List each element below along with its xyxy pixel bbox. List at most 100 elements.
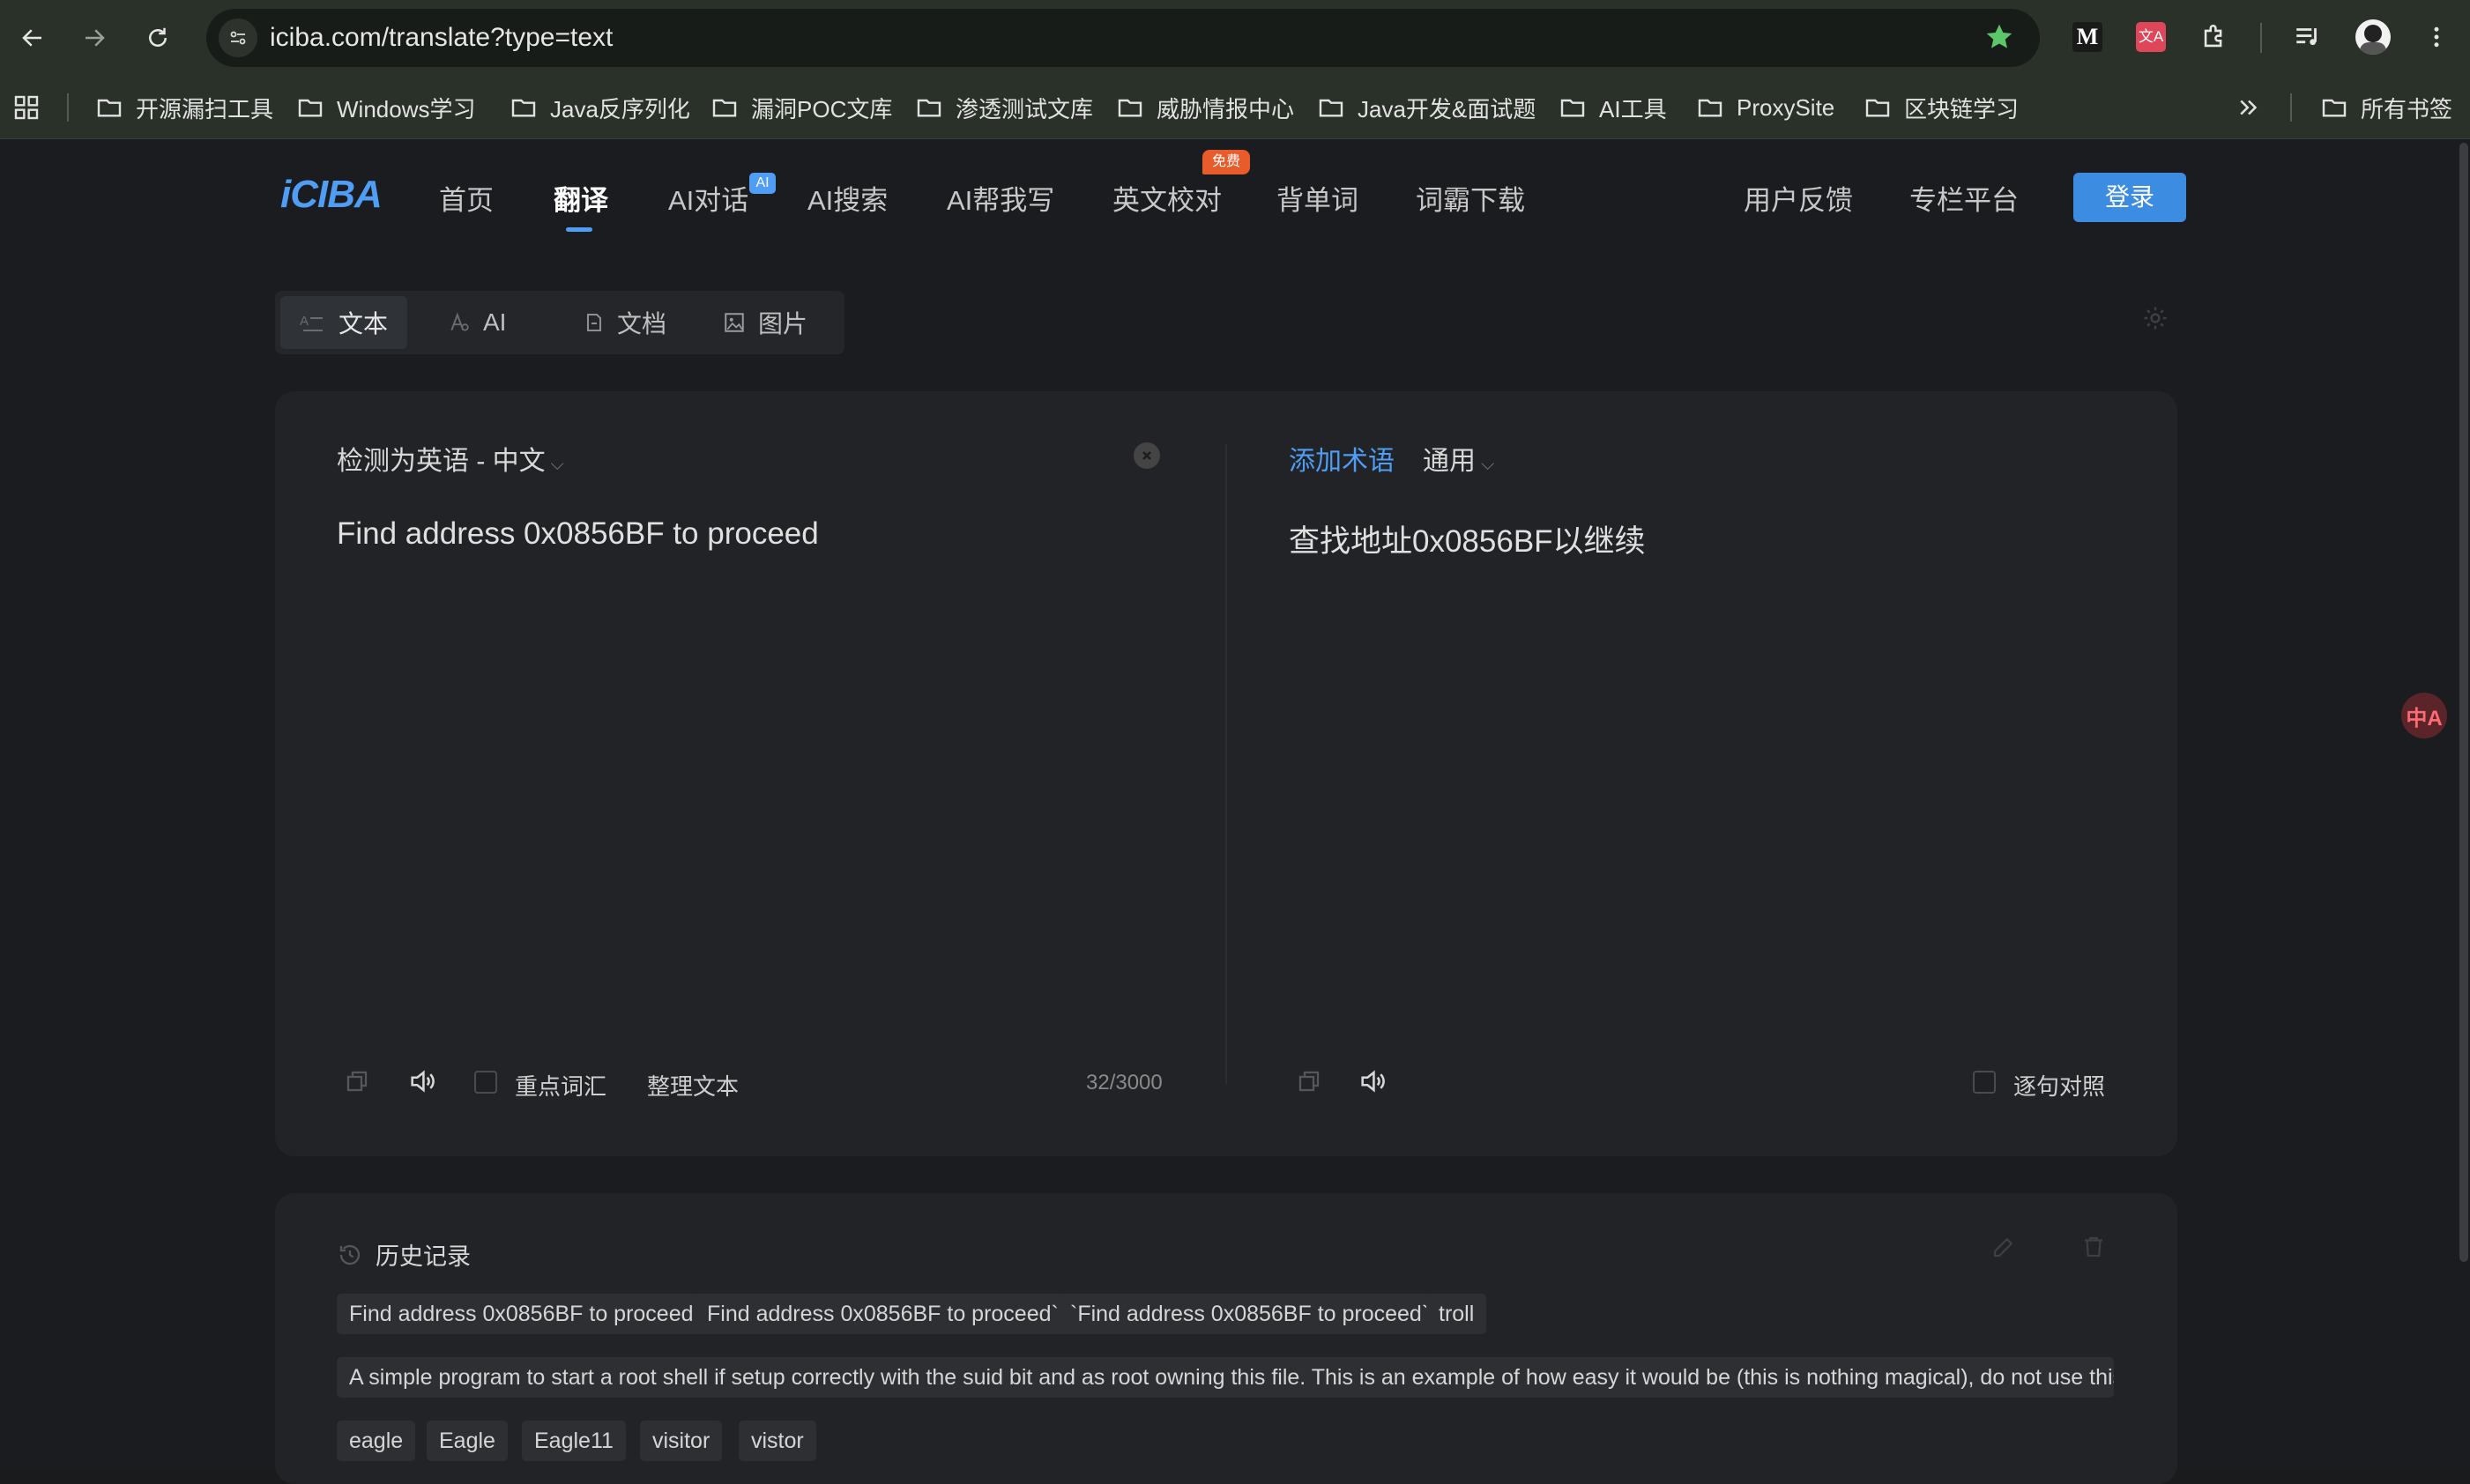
history-chip[interactable]: eagle — [337, 1421, 416, 1461]
settings-gear-icon[interactable] — [2142, 305, 2169, 336]
tab-document[interactable]: 文档 — [564, 296, 686, 349]
nav-ai-search[interactable]: AI搜索 — [807, 178, 888, 218]
bookmark-folder[interactable]: Java反序列化 — [510, 76, 690, 139]
nav-column-platform[interactable]: 专栏平台 — [1909, 178, 2019, 218]
ai-badge: AI — [749, 173, 776, 194]
bookmark-folder[interactable]: 区块链学习 — [1864, 76, 2019, 139]
nav-translate[interactable]: 翻译 — [554, 178, 608, 218]
source-input[interactable]: Find address 0x0856BF to proceed — [337, 516, 819, 552]
site-header: iCIBA 首页 翻译 AI对话 AI AI搜索 AI帮我写 英文校对 免费 背… — [0, 139, 2458, 254]
image-icon — [723, 311, 746, 334]
tab-ai[interactable]: AI — [428, 296, 525, 349]
free-badge: 免费 — [1202, 150, 1250, 174]
nav-ai-write[interactable]: AI帮我写 — [947, 178, 1054, 218]
bookmark-label: ProxySite — [1737, 93, 1835, 121]
svg-text:A: A — [300, 314, 309, 329]
reload-icon[interactable] — [138, 18, 178, 58]
folder-icon — [97, 99, 122, 117]
history-chip[interactable]: Eagle — [427, 1421, 508, 1461]
nav-home[interactable]: 首页 — [439, 178, 494, 218]
site-info-icon[interactable] — [219, 19, 257, 57]
tab-text[interactable]: A 文本 — [280, 296, 408, 349]
all-bookmarks-label: 所有书签 — [2361, 95, 2453, 122]
bookmark-folder[interactable]: 漏洞POC文库 — [710, 76, 892, 139]
more-icon[interactable] — [2415, 16, 2458, 58]
tab-document-label: 文档 — [617, 310, 667, 338]
bookmark-folder[interactable]: 威胁情报中心 — [1116, 76, 1294, 139]
speaker-icon[interactable] — [405, 1065, 439, 1098]
history-chip[interactable]: troll — [1426, 1294, 1487, 1334]
history-chip[interactable]: visitor — [640, 1421, 723, 1461]
bookmark-folder[interactable]: Windows学习 — [296, 76, 475, 139]
address-bar[interactable]: iciba.com/translate?type=text — [206, 9, 2040, 67]
translate-panel: 检测为英语 - 中文 ⌵ Find address 0x0856BF to pro… — [275, 391, 2177, 1156]
history-chip[interactable]: Find address 0x0856BF to proceed — [337, 1294, 706, 1334]
login-button[interactable]: 登录 — [2073, 173, 2186, 222]
folder-icon — [1319, 99, 1343, 117]
key-vocab-checkbox[interactable] — [474, 1071, 497, 1094]
tidy-text-button[interactable]: 整理文本 — [647, 1069, 739, 1102]
clear-input-button[interactable] — [1134, 442, 1160, 469]
all-bookmarks[interactable]: 所有书签 — [2320, 76, 2452, 139]
folder-icon — [1560, 99, 1585, 117]
active-nav-indicator — [566, 227, 592, 232]
bookmark-label: 渗透测试文库 — [956, 95, 1094, 122]
detected-language: 检测为英语 - 中文 — [337, 447, 546, 476]
bookmark-label: 区块链学习 — [1904, 95, 2020, 122]
bookmark-folder[interactable]: ProxySite — [1696, 76, 1834, 139]
language-selector[interactable]: 检测为英语 - 中文 ⌵ — [337, 439, 564, 478]
translate-float-button[interactable]: 中A — [2401, 693, 2447, 738]
domain-selector[interactable]: 通用 ⌵ — [1423, 439, 1494, 478]
history-chip[interactable]: Find address 0x0856BF to proceed` — [695, 1294, 1071, 1334]
bookmark-label: 开源漏扫工具 — [136, 95, 274, 122]
add-term-link[interactable]: 添加术语 — [1289, 439, 1395, 478]
text-icon: A — [300, 311, 326, 334]
bookmark-folder[interactable]: AI工具 — [1559, 76, 1667, 139]
nav-vocabulary[interactable]: 背单词 — [1276, 178, 1358, 218]
key-vocab-label[interactable]: 重点词汇 — [515, 1069, 606, 1102]
star-icon[interactable] — [1983, 21, 2015, 57]
speaker-icon[interactable] — [1356, 1065, 1389, 1098]
iciba-logo[interactable]: iCIBA — [280, 173, 383, 217]
nav-proofread[interactable]: 英文校对 — [1112, 178, 1222, 218]
trash-icon[interactable] — [2080, 1234, 2107, 1265]
bookmark-folder[interactable]: Java开发&面试题 — [1317, 76, 1536, 139]
translation-output: 查找地址0x0856BF以继续 — [1289, 524, 1646, 559]
sentence-compare-label[interactable]: 逐句对照 — [2013, 1069, 2105, 1102]
history-chip[interactable]: `Find address 0x0856BF to proceed` — [1058, 1294, 1442, 1334]
history-chip[interactable]: Eagle11 — [522, 1421, 626, 1461]
avatar[interactable] — [2352, 16, 2394, 58]
tab-image[interactable]: 图片 — [703, 296, 827, 349]
bookmark-folder[interactable]: 渗透测试文库 — [915, 76, 1093, 139]
bookmark-folder[interactable]: 开源漏扫工具 — [95, 76, 273, 139]
chevron-double-right-icon[interactable] — [2236, 76, 2274, 139]
folder-icon — [511, 99, 536, 117]
puzzle-icon[interactable] — [2193, 16, 2236, 58]
m-extension-icon[interactable]: M — [2066, 16, 2109, 58]
scrollbar-thumb[interactable] — [2459, 143, 2468, 1262]
copy-icon[interactable] — [1294, 1066, 1324, 1096]
history-chip[interactable]: vistor — [739, 1421, 816, 1461]
translate-extension-icon[interactable]: 文A — [2130, 16, 2172, 58]
sentence-compare-checkbox[interactable] — [1973, 1071, 1996, 1094]
browser-toolbar: iciba.com/translate?type=text M 文A — [0, 0, 2470, 76]
bookmark-label: Windows学习 — [337, 95, 476, 122]
media-icon[interactable] — [2287, 16, 2329, 58]
history-title: 历史记录 — [376, 1243, 471, 1270]
nav-feedback[interactable]: 用户反馈 — [1744, 178, 1853, 218]
document-icon — [584, 311, 605, 334]
history-icon — [339, 1244, 361, 1265]
copy-icon[interactable] — [342, 1066, 372, 1096]
apps-icon[interactable] — [12, 76, 53, 139]
nav-ai-chat[interactable]: AI对话 — [668, 178, 748, 218]
back-icon[interactable] — [12, 18, 53, 58]
url-text[interactable]: iciba.com/translate?type=text — [270, 9, 613, 67]
history-chip[interactable]: A simple program to start a root shell i… — [337, 1357, 2114, 1398]
bookmark-label: AI工具 — [1599, 95, 1667, 122]
page-scrollbar[interactable] — [2458, 139, 2470, 1469]
forward-icon[interactable] — [74, 18, 115, 58]
nav-download[interactable]: 词霸下载 — [1416, 178, 1525, 218]
edit-icon[interactable] — [1990, 1234, 2017, 1265]
ai-icon — [448, 311, 471, 334]
bookmark-label: 漏洞POC文库 — [751, 95, 893, 122]
